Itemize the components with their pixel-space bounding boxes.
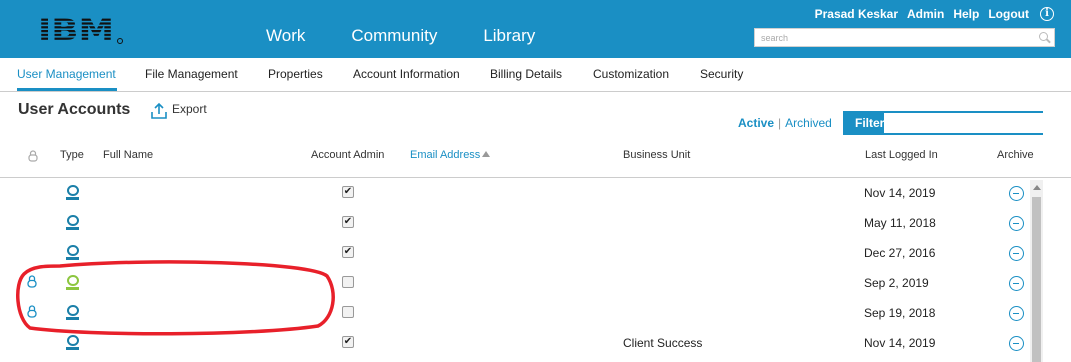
account-admin-checkbox[interactable]: ✔ <box>342 186 354 198</box>
table-scrollbar[interactable] <box>1030 180 1043 362</box>
table-row[interactable]: ✔ Client Success Nov 14, 2019 <box>0 328 1030 358</box>
lock-icon <box>27 305 37 318</box>
search-box <box>754 28 1055 47</box>
nav-work[interactable]: Work <box>266 26 305 46</box>
table-row[interactable]: ✔ Nov 14, 2019 <box>0 178 1030 208</box>
scroll-up-arrow-icon[interactable] <box>1033 185 1041 190</box>
status-toggle: Active | Archived <box>738 116 832 130</box>
export-icon <box>151 102 167 119</box>
account-admin-checkbox[interactable] <box>342 276 354 288</box>
filter-input[interactable] <box>884 113 1044 133</box>
account-admin-checkbox[interactable] <box>342 306 354 318</box>
admin-link[interactable]: Admin <box>907 7 944 21</box>
archive-icon[interactable] <box>1009 336 1024 351</box>
search-input[interactable] <box>755 29 1025 46</box>
user-name-link[interactable]: Prasad Keskar <box>815 7 898 21</box>
user-icon <box>66 305 79 320</box>
lock-icon <box>27 275 37 288</box>
user-icon <box>66 275 79 290</box>
user-nav: Prasad Keskar Admin Help Logout <box>806 7 1029 21</box>
page-title: User Accounts <box>18 101 131 118</box>
tab-user-management[interactable]: User Management <box>17 67 116 81</box>
main-nav: Work Community Library <box>266 26 581 46</box>
admin-subnav: User Management File Management Properti… <box>0 58 1071 92</box>
col-archive: Archive <box>997 149 1034 161</box>
last-logged-in-cell: Sep 19, 2018 <box>864 306 936 320</box>
table-row[interactable]: ✔ Dec 27, 2016 <box>0 238 1030 268</box>
archive-icon[interactable] <box>1009 246 1024 261</box>
archive-icon[interactable] <box>1009 186 1024 201</box>
tab-properties[interactable]: Properties <box>268 67 323 81</box>
archive-icon[interactable] <box>1009 306 1024 321</box>
status-separator: | <box>778 116 782 130</box>
status-active-link[interactable]: Active <box>738 116 774 130</box>
search-icon[interactable] <box>1039 32 1048 41</box>
tab-billing-details[interactable]: Billing Details <box>490 67 562 81</box>
tab-file-management[interactable]: File Management <box>145 67 238 81</box>
col-account-admin[interactable]: Account Admin <box>311 149 384 161</box>
last-logged-in-cell: Nov 14, 2019 <box>864 336 936 350</box>
col-email-address[interactable]: Email Address <box>410 149 491 161</box>
filter-button[interactable]: Filter <box>845 113 885 133</box>
sort-ascending-icon <box>482 151 491 157</box>
nav-community[interactable]: Community <box>351 26 437 46</box>
tab-account-information[interactable]: Account Information <box>353 67 460 81</box>
user-icon <box>66 215 79 230</box>
archive-icon[interactable] <box>1009 216 1024 231</box>
table-row[interactable]: Sep 2, 2019 <box>0 268 1030 298</box>
table-row[interactable]: ✔ May 11, 2018 <box>0 208 1030 238</box>
col-last-logged-in[interactable]: Last Logged In <box>865 149 938 161</box>
nav-library[interactable]: Library <box>483 26 535 46</box>
last-logged-in-cell: Sep 2, 2019 <box>864 276 929 290</box>
help-link[interactable]: Help <box>953 7 979 21</box>
account-admin-checkbox[interactable]: ✔ <box>342 216 354 228</box>
info-icon[interactable]: i <box>1040 7 1054 21</box>
col-email-label: Email Address <box>410 149 481 161</box>
col-business-unit[interactable]: Business Unit <box>623 149 690 161</box>
scroll-thumb[interactable] <box>1032 197 1041 362</box>
export-label: Export <box>172 102 207 116</box>
col-full-name[interactable]: Full Name <box>103 149 153 161</box>
user-icon <box>66 335 79 350</box>
last-logged-in-cell: May 11, 2018 <box>864 216 936 230</box>
lock-column-icon <box>28 150 38 162</box>
top-header: IBM Work Community Library Prasad Keskar… <box>0 0 1071 58</box>
filter-box: Filter <box>843 111 1044 135</box>
user-icon <box>66 185 79 200</box>
business-unit-cell: Client Success <box>623 336 703 350</box>
export-button[interactable]: Export <box>151 102 207 119</box>
ibm-logo[interactable]: IBM <box>38 11 128 45</box>
table-header: Type Full Name Account Admin Email Addre… <box>0 140 1071 178</box>
archive-icon[interactable] <box>1009 276 1024 291</box>
account-admin-checkbox[interactable]: ✔ <box>342 336 354 348</box>
account-admin-checkbox[interactable]: ✔ <box>342 246 354 258</box>
user-icon <box>66 245 79 260</box>
status-archived-link[interactable]: Archived <box>785 116 832 130</box>
active-tab-indicator <box>17 88 117 91</box>
last-logged-in-cell: Dec 27, 2016 <box>864 246 936 260</box>
last-logged-in-cell: Nov 14, 2019 <box>864 186 936 200</box>
col-type[interactable]: Type <box>60 149 84 161</box>
tab-security[interactable]: Security <box>700 67 743 81</box>
tab-customization[interactable]: Customization <box>593 67 669 81</box>
table-row[interactable]: Sep 19, 2018 <box>0 298 1030 328</box>
logout-link[interactable]: Logout <box>988 7 1029 21</box>
